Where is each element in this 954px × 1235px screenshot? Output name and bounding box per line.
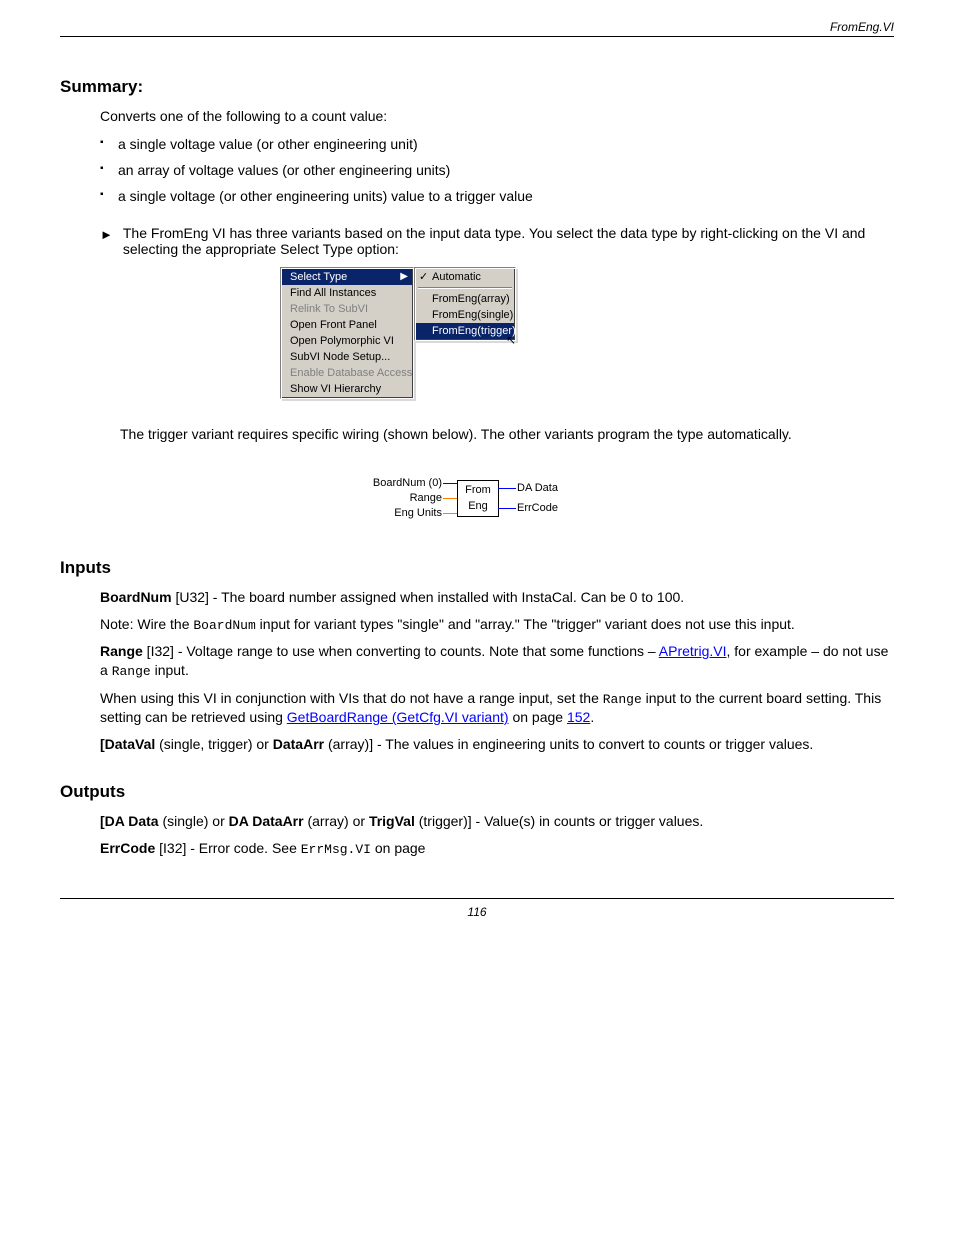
page-header: FromEng.VI [60, 20, 894, 37]
vi-output-dadata: DA Data [517, 482, 558, 494]
input-range: Range [I32] - Voltage range to use when … [100, 642, 894, 680]
submenu-item-automatic[interactable]: Automatic [416, 269, 514, 285]
wire [443, 513, 457, 514]
menu-item-enable-db-access: Enable Database Access [282, 365, 412, 381]
menu-item-open-front-panel[interactable]: Open Front Panel [282, 317, 412, 333]
menu-item-select-type[interactable]: Select Type ▶ [282, 269, 412, 285]
page-footer: 116 [60, 898, 894, 919]
menu-item-open-poly-vi[interactable]: Open Polymorphic VI [282, 333, 412, 349]
submenu-arrow-icon: ▶ [400, 271, 408, 282]
input-range-note: When using this VI in conjunction with V… [100, 689, 894, 727]
output-errcode: ErrCode [I32] - Error code. See ErrMsg.V… [100, 839, 894, 859]
input-boardnum: BoardNum [U32] - The board number assign… [100, 588, 894, 607]
menu-item-find-all[interactable]: Find All Instances [282, 285, 412, 301]
output-dadata: [DA Data (single) or DA DataArr (array) … [100, 812, 894, 831]
menu-item-subvi-node-setup[interactable]: SubVI Node Setup... [282, 349, 412, 365]
input-dataval: [DataVal (single, trigger) or DataArr (a… [100, 735, 894, 754]
summary-intro: Converts one of the following to a count… [100, 107, 894, 126]
header-right: FromEng.VI [830, 20, 894, 34]
list-item: a single voltage value (or other enginee… [100, 134, 894, 154]
summary-bullet-list: a single voltage value (or other enginee… [100, 134, 894, 207]
vi-node-box: From Eng [457, 480, 499, 517]
context-submenu[interactable]: Automatic FromEng(array) FromEng(single)… [414, 267, 516, 341]
wire [498, 508, 516, 509]
wire [443, 498, 457, 499]
wire [498, 488, 516, 489]
inputs-heading: Inputs [60, 558, 894, 578]
step-arrow-icon: ► [100, 225, 113, 245]
summary-heading: Summary: [60, 77, 894, 97]
link-getboardrange[interactable]: GetBoardRange (GetCfg.VI variant) [287, 709, 509, 725]
vi-input-range: Range [410, 492, 442, 504]
vi-output-errcode: ErrCode [517, 502, 558, 514]
menu-item-show-hierarchy[interactable]: Show VI Hierarchy [282, 381, 412, 397]
page-number: 116 [60, 905, 894, 919]
vi-diagram: BoardNum (0) Range Eng Units From Eng DA… [327, 470, 627, 530]
menu-separator [418, 287, 512, 289]
submenu-item-array[interactable]: FromEng(array) [416, 291, 514, 307]
menu-item-relink: Relink To SubVI [282, 301, 412, 317]
outputs-heading: Outputs [60, 782, 894, 802]
list-item: an array of voltage values (or other eng… [100, 160, 894, 180]
context-menu-figure: Select Type ▶ Find All Instances Relink … [280, 267, 894, 399]
list-item: a single voltage (or other engineering u… [100, 186, 894, 206]
submenu-item-single[interactable]: FromEng(single) [416, 307, 514, 323]
variant-wire-note: The trigger variant requires specific wi… [120, 425, 792, 444]
vi-input-engunits: Eng Units [394, 507, 442, 519]
mouse-cursor-icon: ↖ [506, 333, 516, 347]
wire [443, 483, 457, 484]
link-apretrig[interactable]: APretrig.VI [659, 643, 727, 659]
link-page-152[interactable]: 152 [567, 709, 590, 725]
input-boardnum-note: Note: Wire the BoardNum input for varian… [100, 615, 894, 635]
context-menu[interactable]: Select Type ▶ Find All Instances Relink … [280, 267, 414, 399]
variant-note: The FromEng VI has three variants based … [123, 225, 894, 257]
vi-input-boardnum: BoardNum (0) [373, 477, 442, 489]
submenu-item-trigger[interactable]: FromEng(trigger) ↖ [416, 323, 514, 339]
